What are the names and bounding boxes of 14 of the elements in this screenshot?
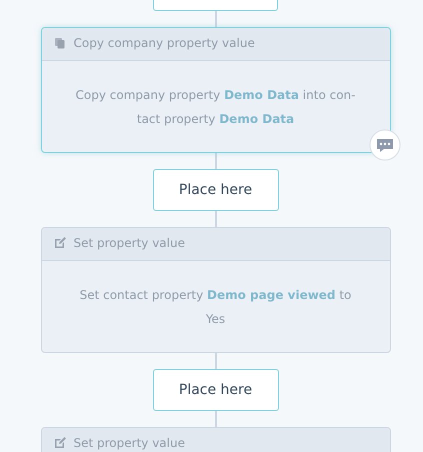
action-card[interactable]: Copy company property value Copy company property Demo Data into con-tact property Demo Data	[40, 27, 390, 153]
card-title: Copy company property value	[74, 36, 255, 50]
comment-icon[interactable]	[368, 129, 400, 161]
card-title: Set property value	[74, 236, 185, 250]
edit-icon	[54, 437, 66, 449]
copy-icon	[54, 37, 66, 49]
card-description: Copy company property Demo Data into con-tact property Demo Data	[74, 86, 356, 128]
action-card[interactable]: Set property value Set contact property Demo page viewed to Yes	[40, 227, 390, 353]
card-description: Set contact property Demo page viewed to Yes	[78, 286, 352, 328]
place-here-button[interactable]: Place here	[152, 169, 278, 211]
edit-icon	[54, 237, 66, 249]
place-here-button[interactable]: Place here	[152, 369, 278, 411]
action-card[interactable]: Set property value	[40, 427, 390, 452]
card-title: Set property value	[74, 436, 185, 450]
